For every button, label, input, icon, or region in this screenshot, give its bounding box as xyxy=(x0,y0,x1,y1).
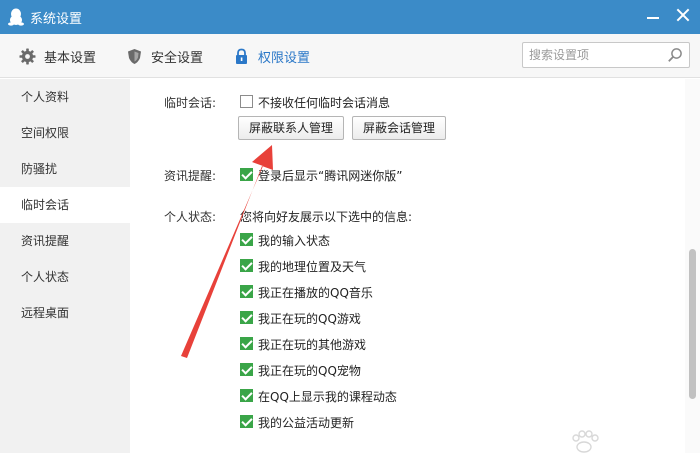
blocked-sessions-button[interactable]: 屏蔽会话管理 xyxy=(352,116,447,140)
lock-icon xyxy=(233,48,250,65)
blocked-contacts-button[interactable]: 屏蔽联系人管理 xyxy=(238,116,345,140)
sidebar-item-profile[interactable]: 个人资料 xyxy=(0,79,130,115)
minimize-button[interactable] xyxy=(646,8,660,22)
settings-content: 临时会话: 不接收任何临时会话消息 屏蔽联系人管理 屏蔽会话管理 资讯提醒: 登… xyxy=(130,79,685,453)
status-option-checkbox[interactable] xyxy=(240,337,253,350)
status-option-label: 我的地理位置及天气 xyxy=(258,260,367,274)
reject-temp-chat-checkbox[interactable] xyxy=(240,95,253,108)
sidebar-item-temp-chat[interactable]: 临时会话 xyxy=(0,187,130,223)
title-bar: 系统设置 xyxy=(0,0,700,34)
search-icon[interactable] xyxy=(667,47,683,63)
tab-permission-settings-label: 权限设置 xyxy=(258,51,311,66)
qq-penguin-icon xyxy=(8,8,24,26)
status-option-label: 在QQ上显示我的课程动态 xyxy=(258,390,397,404)
status-option-checkbox[interactable] xyxy=(240,389,253,402)
status-option-label: 我正在玩的QQ宠物 xyxy=(258,364,361,378)
show-mini-news-checkbox[interactable] xyxy=(240,168,253,181)
tab-permission-settings[interactable]: 权限设置 xyxy=(233,47,310,66)
shield-icon xyxy=(126,48,143,65)
settings-toolbar: 基本设置 安全设置 权限设置 xyxy=(0,34,700,78)
sidebar-item-space-permission[interactable]: 空间权限 xyxy=(0,115,130,151)
sidebar-item-anti-harassment[interactable]: 防骚扰 xyxy=(0,151,130,187)
sidebar-item-status[interactable]: 个人状态 xyxy=(0,259,130,295)
sidebar: 个人资料 空间权限 防骚扰 临时会话 资讯提醒 个人状态 远程桌面 xyxy=(0,79,130,453)
temp-chat-label: 临时会话: xyxy=(164,96,217,110)
status-option-checkbox[interactable] xyxy=(240,285,253,298)
status-option-label: 我的输入状态 xyxy=(258,234,331,248)
sidebar-item-remote-desktop[interactable]: 远程桌面 xyxy=(0,295,130,331)
news-label: 资讯提醒: xyxy=(164,169,217,183)
reject-temp-chat-text: 不接收任何临时会话消息 xyxy=(258,96,391,110)
status-option-label: 我的公益活动更新 xyxy=(258,416,355,430)
status-option-checkbox[interactable] xyxy=(240,415,253,428)
tab-security-settings[interactable]: 安全设置 xyxy=(126,47,203,66)
search-box[interactable] xyxy=(522,42,690,68)
window-title: 系统设置 xyxy=(30,11,83,27)
status-description: 您将向好友展示以下选中的信息: xyxy=(240,210,413,224)
scrollbar-thumb[interactable] xyxy=(689,249,696,399)
status-option-checkbox[interactable] xyxy=(240,259,253,272)
close-button[interactable] xyxy=(676,8,690,22)
sidebar-item-news[interactable]: 资讯提醒 xyxy=(0,223,130,259)
search-input[interactable] xyxy=(523,43,663,67)
status-option-checkbox[interactable] xyxy=(240,233,253,246)
gear-icon xyxy=(19,48,36,65)
status-option-label: 我正在玩的QQ游戏 xyxy=(258,312,361,326)
tab-basic-settings[interactable]: 基本设置 xyxy=(19,47,96,66)
tab-basic-settings-label: 基本设置 xyxy=(44,51,97,66)
show-mini-news-text: 登录后显示“腾讯网迷你版” xyxy=(258,169,403,183)
status-label: 个人状态: xyxy=(164,210,217,224)
status-option-label: 我正在播放的QQ音乐 xyxy=(258,286,373,300)
status-option-label: 我正在玩的其他游戏 xyxy=(258,338,367,352)
status-option-checkbox[interactable] xyxy=(240,363,253,376)
content-scrollbar[interactable] xyxy=(685,79,700,453)
paw-watermark-icon xyxy=(572,430,599,453)
tab-security-settings-label: 安全设置 xyxy=(151,51,204,66)
status-option-checkbox[interactable] xyxy=(240,311,253,324)
